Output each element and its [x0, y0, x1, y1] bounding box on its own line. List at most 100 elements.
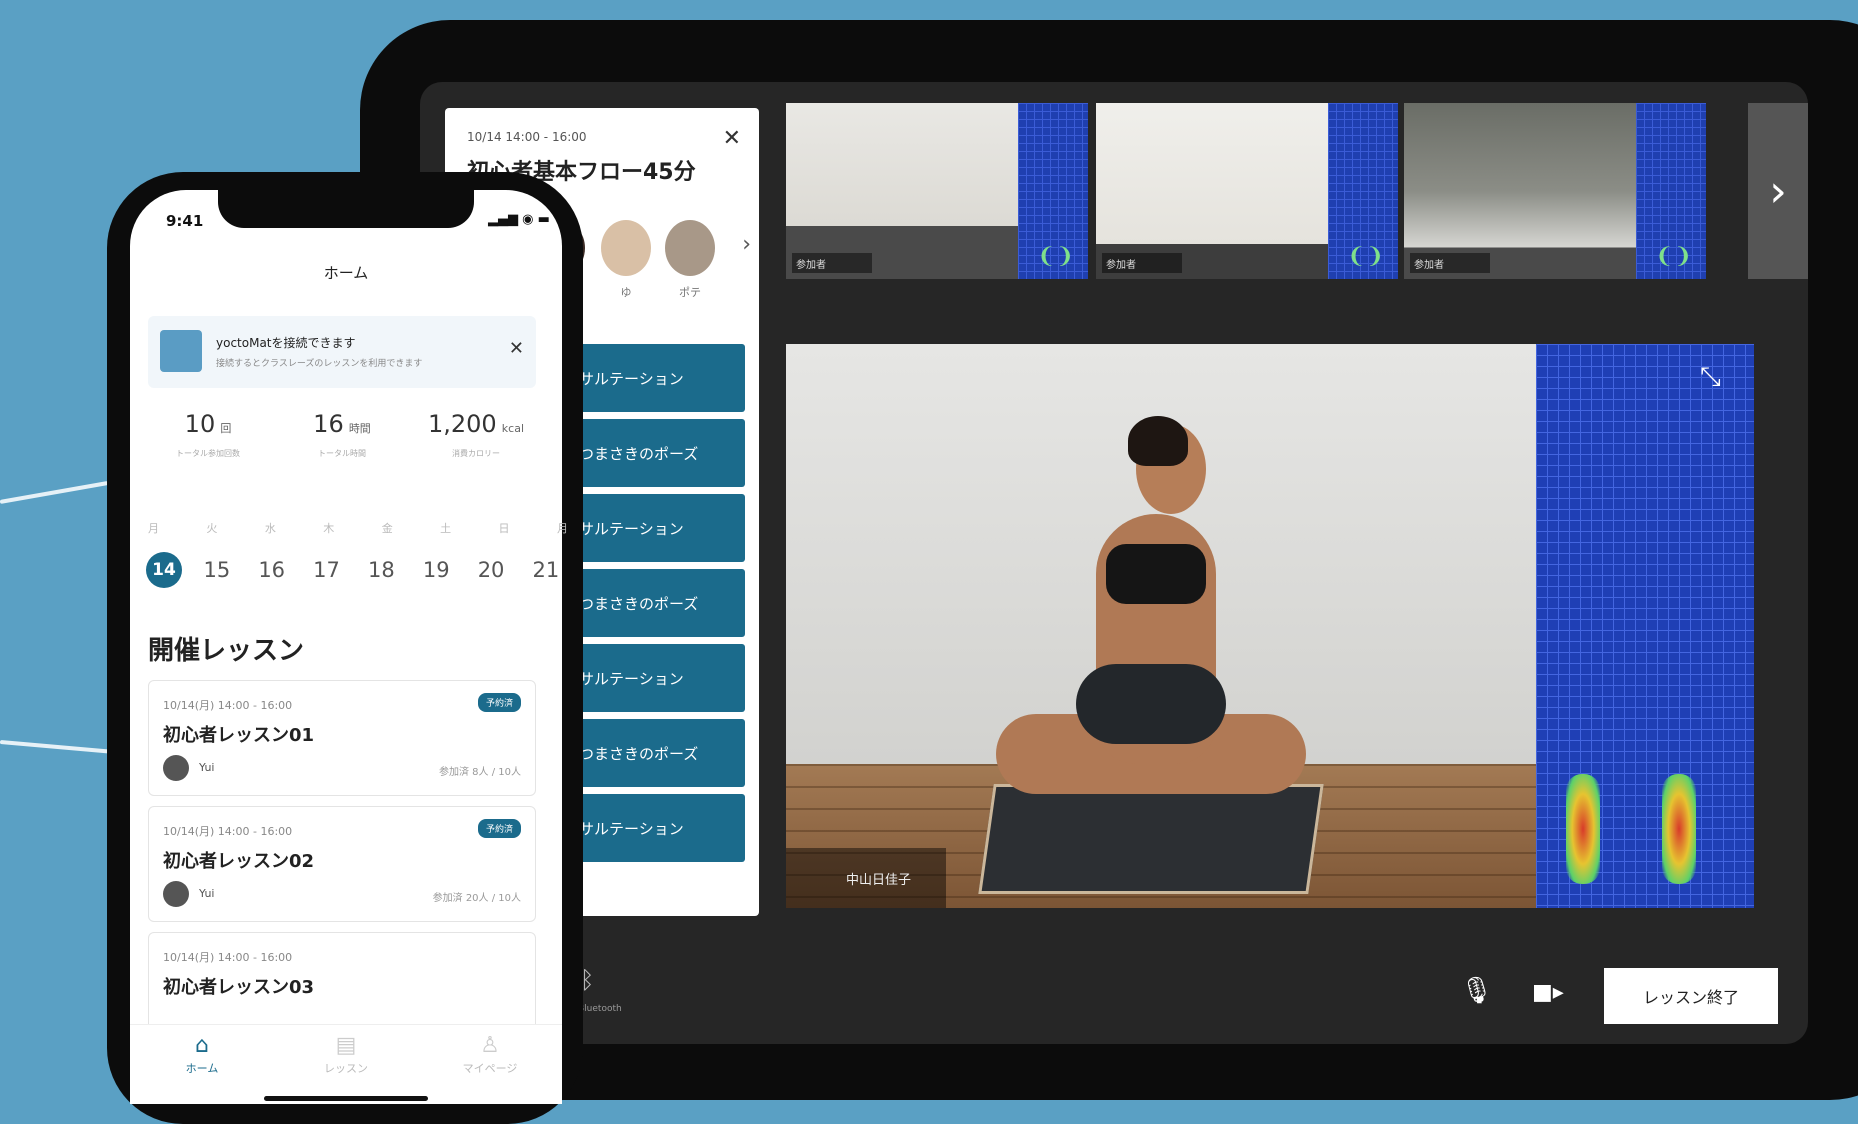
- date-item-selected[interactable]: 14: [146, 552, 182, 588]
- connector-line-bottom: [0, 740, 110, 754]
- pose-button[interactable]: つまさきのポーズ: [569, 569, 745, 637]
- stat-item: 1,200 kcal 消費カロリー: [416, 410, 536, 500]
- participant-thumbnail[interactable]: ❨❩ 参加者: [1096, 103, 1398, 279]
- pose-button[interactable]: サルテーション: [569, 344, 745, 412]
- lesson-time: 10/14(月) 14:00 - 16:00: [163, 699, 293, 712]
- date-item[interactable]: 15: [197, 552, 237, 588]
- tab-label: レッスン: [324, 1062, 368, 1075]
- status-time: 9:41: [166, 212, 204, 230]
- stat-label: トータル参加回数: [176, 449, 240, 458]
- status-badge: 予約済: [477, 693, 521, 712]
- stat-unit: kcal: [501, 422, 525, 435]
- person-icon: ♙: [480, 1033, 500, 1058]
- close-icon[interactable]: ✕: [509, 338, 524, 359]
- instructor-name: Yui: [199, 761, 215, 774]
- footprint-right: [1662, 774, 1696, 884]
- bluetooth-label: Bluetooth: [578, 1004, 622, 1014]
- date-item[interactable]: 18: [361, 552, 401, 588]
- instructor-label: 中山日佳子: [786, 848, 946, 908]
- camera-icon[interactable]: ■▸: [1532, 980, 1564, 1005]
- stat-value: 10: [184, 410, 216, 438]
- weekday-label: 土: [440, 522, 452, 535]
- signal-battery-icon: ▂▄▆ ◉ ▬: [488, 212, 550, 227]
- section-title: 開催レッスン: [148, 636, 305, 666]
- participant-label: 参加者: [1410, 253, 1490, 273]
- chevron-right-icon[interactable]: ›: [742, 232, 751, 257]
- pose-button[interactable]: つまさきのポーズ: [569, 719, 745, 787]
- participant-thumbnail[interactable]: ❨❩ 参加者: [1404, 103, 1706, 279]
- lesson-card[interactable]: 10/14(月) 14:00 - 16:00 予約済 初心者レッスン01 Yui…: [148, 680, 536, 796]
- avatar[interactable]: [665, 220, 715, 276]
- tab-label: ホーム: [185, 1062, 219, 1075]
- tab-home[interactable]: ⌂ ホーム: [152, 1025, 252, 1104]
- date-item[interactable]: 16: [252, 552, 292, 588]
- stat-value: 1,200: [427, 410, 497, 438]
- home-icon: ⌂: [195, 1033, 209, 1058]
- weekday-label: 月: [556, 522, 568, 535]
- avatar: [163, 755, 189, 781]
- avatar: [163, 881, 189, 907]
- date-item[interactable]: 21: [526, 552, 566, 588]
- stat-unit: 時間: [348, 422, 371, 435]
- pose-button[interactable]: サルテーション: [569, 794, 745, 862]
- avatar-name: ゆ: [620, 286, 632, 299]
- weekday-label: 火: [206, 522, 218, 535]
- main-heatmap: [1536, 344, 1754, 908]
- avatar[interactable]: [601, 220, 651, 276]
- participant-label: 参加者: [792, 253, 872, 273]
- home-indicator: [264, 1096, 428, 1101]
- weekday-label: 金: [381, 522, 393, 535]
- date-item[interactable]: 17: [307, 552, 347, 588]
- lesson-title: 初心者レッスン03: [163, 977, 315, 998]
- next-arrow-icon[interactable]: ›: [1748, 103, 1808, 279]
- connect-banner[interactable]: yoctoMatを接続できます 接続するとクラスレーズのレッスンを利用できます …: [148, 316, 536, 388]
- stat-value: 16: [313, 410, 344, 438]
- weekday-label: 水: [264, 522, 276, 535]
- lesson-card[interactable]: 10/14(月) 14:00 - 16:00 予約済 初心者レッスン02 Yui…: [148, 806, 536, 922]
- pose-button-list: サルテーション つまさきのポーズ サルテーション つまさきのポーズ サルテーショ…: [569, 344, 745, 869]
- participant-label: 参加者: [1102, 253, 1182, 273]
- pose-button[interactable]: つまさきのポーズ: [569, 419, 745, 487]
- avatar-name: ポテ: [679, 286, 701, 299]
- instructor-figure: [1128, 416, 1188, 466]
- footprint-icon: ❨❩: [1655, 244, 1692, 269]
- participant-count: 参加済 20人 / 10人: [432, 893, 521, 904]
- mat-icon: [160, 330, 202, 372]
- participant-thumbnail[interactable]: ❨❩ 参加者: [786, 103, 1088, 279]
- lesson-title: 初心者レッスン01: [163, 725, 315, 746]
- stats-row: 10 回 トータル参加回数 16 時間 トータル時間 1,200 kcal 消費…: [148, 410, 536, 500]
- stat-label: 消費カロリー: [452, 449, 500, 458]
- instructor-name: Yui: [199, 887, 215, 900]
- tab-label: マイページ: [462, 1062, 518, 1075]
- footprint-left: [1566, 774, 1600, 884]
- stat-item: 16 時間 トータル時間: [282, 410, 402, 500]
- tab-mypage[interactable]: ♙ マイページ: [440, 1025, 540, 1104]
- weekday-label: 日: [498, 522, 510, 535]
- date-item[interactable]: 20: [471, 552, 511, 588]
- banner-title: yoctoMatを接続できます: [216, 336, 356, 350]
- footprint-icon: ❨❩: [1347, 244, 1384, 269]
- banner-subtitle: 接続するとクラスレーズのレッスンを利用できます: [216, 359, 423, 369]
- weekday-label: 月: [148, 522, 159, 535]
- close-icon[interactable]: ✕: [723, 126, 741, 151]
- connector-line-top: [0, 480, 109, 504]
- status-badge: 予約済: [477, 819, 521, 838]
- collapse-icon[interactable]: ⤡: [1700, 362, 1721, 393]
- pose-button[interactable]: サルテーション: [569, 494, 745, 562]
- date-item[interactable]: 19: [416, 552, 456, 588]
- page-title: ホーム: [323, 264, 369, 282]
- weekday-label: 木: [323, 522, 335, 535]
- phone-notch: [218, 188, 474, 228]
- pose-button[interactable]: サルテーション: [569, 644, 745, 712]
- lesson-time: 10/14(月) 14:00 - 16:00: [163, 825, 293, 838]
- end-lesson-button[interactable]: レッスン終了: [1604, 968, 1778, 1024]
- participant-count: 参加済 8人 / 10人: [439, 767, 521, 778]
- stat-item: 10 回 トータル参加回数: [148, 410, 268, 500]
- instructor-figure: [1076, 664, 1226, 744]
- lesson-title: 初心者レッスン02: [163, 851, 315, 872]
- yoga-mat: [978, 784, 1324, 894]
- main-video[interactable]: 中山日佳子: [786, 344, 1536, 908]
- date-strip: 14 15 16 17 18 19 20 21: [146, 552, 566, 588]
- microphone-icon[interactable]: 🎙: [1460, 976, 1493, 1006]
- tab-lesson[interactable]: ▤ レッスン: [296, 1025, 396, 1104]
